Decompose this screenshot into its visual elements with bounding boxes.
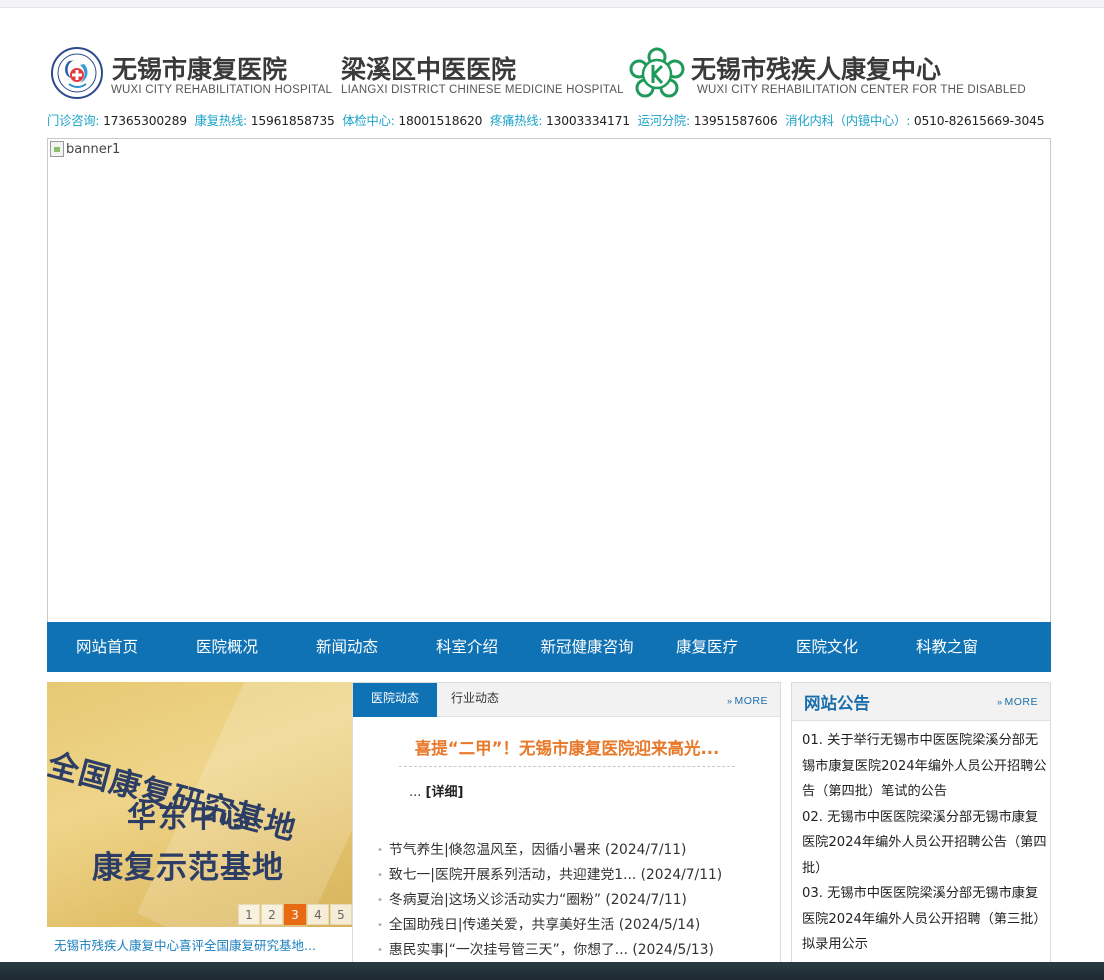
hospital-logo-icon (50, 46, 104, 100)
bullet-icon: • (377, 945, 383, 956)
main-nav: 网站首页 医院概况 新闻动态 科室介绍 新冠健康咨询 康复医疗 医院文化 科教之… (47, 622, 1051, 672)
hospital3-en: WUXI CITY REHABILITATION CENTER FOR THE … (697, 84, 1026, 96)
nav-item-education[interactable]: 科教之窗 (887, 622, 1007, 672)
news-item[interactable]: • 惠民实事|“一次挂号管三天”，你想了... (2024/5/13) (377, 938, 767, 963)
hotline-value: 13003334171 (546, 114, 630, 128)
news-panel: 医院动态 行业动态 » MORE 喜提“二甲”！无锡市康复医院迎来高光... ..… (352, 682, 781, 980)
news-snippet: ... [详细] (409, 781, 463, 800)
news-item[interactable]: • 全国助残日|传递关爱，共享美好生活 (2024/5/14) (377, 913, 767, 938)
hotline-label: 消化内科（内镜中心）: (785, 114, 911, 128)
hospital3-name: 无锡市残疾人康复中心 (691, 55, 942, 84)
hotline-label: 体检中心: (342, 114, 395, 128)
plaque-line: 华东中心 (127, 800, 252, 834)
plaque-line: 康复示范基地 (92, 850, 284, 886)
nav-item-covid-consult[interactable]: 新冠健康咨询 (527, 622, 647, 672)
notice-title: 网站公告 (804, 694, 870, 713)
news-item[interactable]: • 冬病夏治|这场义诊活动实力“圈粉” (2024/7/11) (377, 888, 767, 913)
news-item-text: 全国助残日|传递关爱，共享美好生活 (2024/5/14) (388, 917, 701, 933)
more-label: MORE (1004, 696, 1038, 708)
taskbar-strip (0, 962, 1104, 980)
nav-item-news[interactable]: 新闻动态 (287, 622, 407, 672)
hospital2-en: LIANGXI DISTRICT CHINESE MEDICINE HOSPIT… (341, 84, 624, 96)
banner-alt-text: banner1 (66, 141, 121, 157)
top-strip (0, 0, 1104, 8)
nav-item-home[interactable]: 网站首页 (47, 622, 167, 672)
slider-pager: 1 2 3 4 5 (237, 904, 352, 925)
hotline-value: 15961858735 (250, 114, 335, 128)
nav-item-departments[interactable]: 科室介绍 (407, 622, 527, 672)
slider-page-button-active[interactable]: 3 (284, 904, 306, 925)
slide-image[interactable]: 全国康复研究基地 华东中心 康复示范基地 (47, 682, 352, 927)
banner-image[interactable]: banner1 (47, 138, 1051, 623)
slider-page-button[interactable]: 2 (261, 904, 283, 925)
slider-page-button[interactable]: 1 (238, 904, 260, 925)
broken-image: banner1 (50, 141, 120, 157)
news-item[interactable]: • 致七一|医院开展系列活动，共迎建党1... (2024/7/11) (377, 863, 767, 888)
notice-item[interactable]: 01. 关于举行无锡市中医医院梁溪分部无锡市康复医院2024年编外人员公开招聘公… (802, 728, 1047, 805)
notice-panel: 网站公告 » MORE 01. 关于举行无锡市中医医院梁溪分部无锡市康复医院202… (791, 682, 1051, 980)
notice-item[interactable]: 02. 无锡市中医医院梁溪分部无锡市康复医院2024年编外人员公开招聘公告（第四… (802, 805, 1047, 882)
disabled-center-logo-icon (629, 47, 685, 99)
tab-hospital-news[interactable]: 医院动态 (353, 683, 437, 717)
nav-item-rehab[interactable]: 康复医疗 (647, 622, 767, 672)
news-item-text: 致七一|医院开展系列活动，共迎建党1... (2024/7/11) (388, 867, 723, 883)
news-item-text: 惠民实事|“一次挂号管三天”，你想了... (2024/5/13) (388, 942, 714, 958)
hospital1-name: 无锡市康复医院 (112, 55, 288, 84)
news-list: • 节气养生|倏忽温风至，因循小暑来 (2024/7/11) • 致七一|医院开展系… (377, 838, 767, 963)
hotline-label: 运河分院: (637, 114, 691, 128)
hotline-bar: 门诊咨询: 17365300289 康复热线: 15961858735 体检中心… (47, 111, 1057, 129)
news-more-link[interactable]: » MORE (727, 695, 768, 707)
hotline-value: 13951587606 (693, 114, 778, 128)
photo-slider: 全国康复研究基地 华东中心 康复示范基地 1 2 3 4 5 无锡市残疾人康复中… (47, 682, 352, 962)
hotline-label: 门诊咨询: (47, 114, 100, 128)
snippet-text: ... (409, 785, 422, 800)
news-item-text: 节气养生|倏忽温风至，因循小暑来 (2024/7/11) (388, 842, 687, 858)
hotline-label: 康复热线: (194, 114, 248, 128)
hospital1-en: WUXI CITY REHABILITATION HOSPITAL (111, 84, 333, 96)
nav-item-culture[interactable]: 医院文化 (767, 622, 887, 672)
notice-header: 网站公告 » MORE (792, 683, 1050, 721)
news-tabbar: 医院动态 行业动态 » MORE (353, 683, 780, 717)
bullet-icon: • (377, 895, 383, 906)
chevron-right-icon: » (996, 697, 1003, 707)
news-item-text: 冬病夏治|这场义诊活动实力“圈粉” (2024/7/11) (388, 892, 687, 908)
bullet-icon: • (377, 845, 383, 856)
news-headline-link[interactable]: 喜提“二甲”！无锡市康复医院迎来高光... (399, 735, 735, 767)
detail-link[interactable]: [详细] (426, 785, 464, 800)
hotline-value: 17365300289 (103, 114, 187, 128)
tab-industry-news[interactable]: 行业动态 (439, 683, 511, 717)
nav-item-overview[interactable]: 医院概况 (167, 622, 287, 672)
notice-more-link[interactable]: » MORE (997, 696, 1038, 708)
chevron-right-icon: » (726, 696, 733, 706)
hospital2-name: 梁溪区中医医院 (341, 55, 517, 84)
bullet-icon: • (377, 870, 383, 881)
bullet-icon: • (377, 920, 383, 931)
slider-page-button[interactable]: 4 (307, 904, 329, 925)
news-item[interactable]: • 节气养生|倏忽温风至，因循小暑来 (2024/7/11) (377, 838, 767, 863)
hotline-value: 18001518620 (398, 114, 483, 128)
broken-image-icon (50, 141, 64, 157)
notice-list: 01. 关于举行无锡市中医医院梁溪分部无锡市康复医院2024年编外人员公开招聘公… (802, 728, 1047, 958)
hotline-label: 疼痛热线: (489, 114, 543, 128)
slide-caption-link[interactable]: 无锡市残疾人康复中心喜评全国康复研究基地... (47, 927, 352, 962)
hotline-value: 0510-82615669-3045 (913, 114, 1045, 128)
slider-page-button[interactable]: 5 (330, 904, 352, 925)
more-label: MORE (734, 695, 768, 707)
notice-item[interactable]: 03. 无锡市中医医院梁溪分部无锡市康复医院2024年编外人员公开招聘（第三批）… (802, 881, 1047, 958)
